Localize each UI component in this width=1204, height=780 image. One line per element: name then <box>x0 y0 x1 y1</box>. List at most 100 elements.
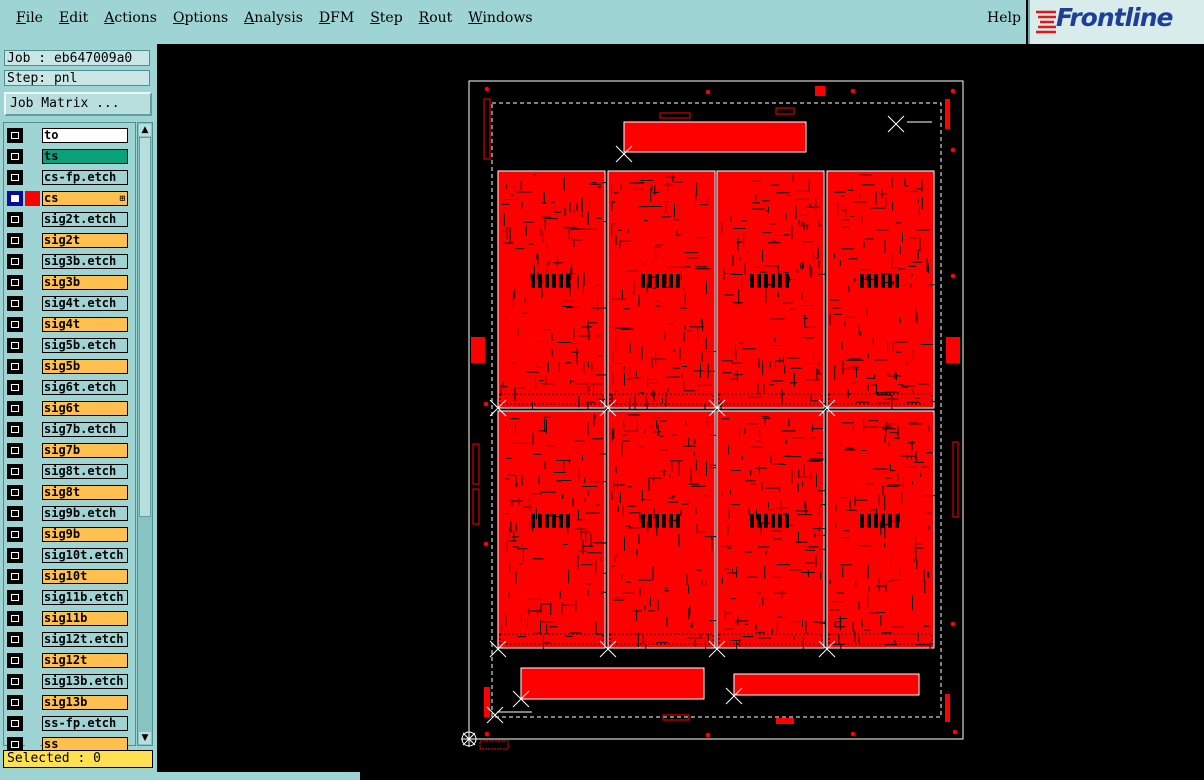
layer-checkbox[interactable] <box>7 170 23 185</box>
layer-name[interactable]: ts <box>42 149 128 164</box>
layer-checkbox[interactable] <box>7 590 23 605</box>
layer-row[interactable]: sig9b.etch <box>7 505 129 522</box>
layer-row[interactable]: sig7b.etch <box>7 421 129 438</box>
layer-name[interactable]: to <box>42 128 128 143</box>
layer-name[interactable]: cs ⊞ <box>42 191 128 206</box>
job-matrix-button[interactable]: Job Matrix ... <box>4 92 152 116</box>
menu-windows[interactable]: Windows <box>460 10 540 26</box>
layer-checkbox[interactable] <box>7 506 23 521</box>
layer-name[interactable]: ss-fp.etch <box>42 716 128 731</box>
layer-row[interactable]: sig8t <box>7 484 129 501</box>
layer-checkbox[interactable] <box>7 443 23 458</box>
layer-row[interactable]: sig5b.etch <box>7 337 129 354</box>
layer-row[interactable]: sig13b <box>7 694 129 711</box>
layer-checkbox[interactable] <box>7 401 23 416</box>
layer-row[interactable]: sig12t.etch <box>7 631 129 648</box>
layer-checkbox[interactable] <box>7 548 23 563</box>
layer-name[interactable]: sig10t <box>42 569 128 584</box>
layer-row[interactable]: sig10t <box>7 568 129 585</box>
layer-name[interactable]: sig7b.etch <box>42 422 128 437</box>
layer-name[interactable]: sig11b.etch <box>42 590 128 605</box>
layer-scrollbar[interactable]: ▲ ▼ <box>137 122 153 746</box>
layer-name[interactable]: sig2t <box>42 233 128 248</box>
layer-name[interactable]: sig3b <box>42 275 128 290</box>
layer-name[interactable]: cs-fp.etch <box>42 170 128 185</box>
layer-checkbox[interactable] <box>7 317 23 332</box>
layer-name[interactable]: sig5b.etch <box>42 338 128 353</box>
menu-options[interactable]: Options <box>165 10 236 26</box>
layer-checkbox[interactable] <box>7 296 23 311</box>
layer-name[interactable]: sig8t.etch <box>42 464 128 479</box>
layer-row[interactable]: sig12t <box>7 652 129 669</box>
layer-checkbox[interactable] <box>7 359 23 374</box>
layer-row[interactable]: sig5b <box>7 358 129 375</box>
graphic-canvas[interactable] <box>157 44 1204 772</box>
layer-checkbox[interactable] <box>7 674 23 689</box>
layer-checkbox[interactable] <box>7 212 23 227</box>
layer-checkbox[interactable] <box>7 527 23 542</box>
layer-row[interactable]: cs ⊞ <box>7 190 129 207</box>
layer-checkbox[interactable] <box>7 380 23 395</box>
layer-name[interactable]: sig6t.etch <box>42 380 128 395</box>
menu-file[interactable]: File <box>0 10 51 26</box>
layer-row[interactable]: sig10t.etch <box>7 547 129 564</box>
layer-row[interactable]: sig4t.etch <box>7 295 129 312</box>
layer-row[interactable]: ss-fp.etch <box>7 715 129 732</box>
menu-step[interactable]: Step <box>362 10 410 26</box>
layer-checkbox[interactable] <box>7 653 23 668</box>
layer-row[interactable]: sig7b <box>7 442 129 459</box>
layer-checkbox[interactable] <box>7 128 23 143</box>
layer-name[interactable]: sig13b <box>42 695 128 710</box>
layer-row[interactable]: to <box>7 127 129 144</box>
layer-name[interactable]: sig9b <box>42 527 128 542</box>
layer-name[interactable]: sig6t <box>42 401 128 416</box>
layer-checkbox[interactable] <box>7 569 23 584</box>
layer-checkbox[interactable] <box>7 695 23 710</box>
menu-edit[interactable]: Edit <box>51 10 96 26</box>
layer-checkbox[interactable] <box>7 191 23 206</box>
layer-row[interactable]: sig3b <box>7 274 129 291</box>
menu-dfm[interactable]: DFM <box>311 10 362 26</box>
layer-name[interactable]: sig10t.etch <box>42 548 128 563</box>
layer-name[interactable]: sig7b <box>42 443 128 458</box>
layer-name[interactable]: sig3b.etch <box>42 254 128 269</box>
layer-row[interactable]: sig13b.etch <box>7 673 129 690</box>
layer-checkbox[interactable] <box>7 632 23 647</box>
layer-row[interactable]: sig2t <box>7 232 129 249</box>
layer-checkbox[interactable] <box>7 611 23 626</box>
scroll-up-icon[interactable]: ▲ <box>139 124 151 136</box>
scroll-thumb[interactable] <box>139 137 151 517</box>
layer-options-icon[interactable]: ⊞ <box>120 193 125 205</box>
menu-analysis[interactable]: Analysis <box>236 10 311 26</box>
layer-row[interactable]: ts <box>7 148 129 165</box>
layer-checkbox[interactable] <box>7 485 23 500</box>
layer-checkbox[interactable] <box>7 233 23 248</box>
layer-name[interactable]: sig5b <box>42 359 128 374</box>
layer-checkbox[interactable] <box>7 254 23 269</box>
layer-row[interactable]: sig4t <box>7 316 129 333</box>
menu-actions[interactable]: Actions <box>96 10 165 26</box>
layer-checkbox[interactable] <box>7 464 23 479</box>
layer-row[interactable]: sig11b.etch <box>7 589 129 606</box>
layer-row[interactable]: sig6t <box>7 400 129 417</box>
layer-row[interactable]: sig11b <box>7 610 129 627</box>
layer-checkbox[interactable] <box>7 422 23 437</box>
layer-row[interactable]: sig3b.etch <box>7 253 129 270</box>
layer-name[interactable]: sig4t.etch <box>42 296 128 311</box>
layer-name[interactable]: sig11b <box>42 611 128 626</box>
layer-row[interactable]: sig9b <box>7 526 129 543</box>
layer-name[interactable]: sig12t <box>42 653 128 668</box>
layer-name[interactable]: sig12t.etch <box>42 632 128 647</box>
layer-name[interactable]: sig13b.etch <box>42 674 128 689</box>
layer-checkbox[interactable] <box>7 275 23 290</box>
layer-checkbox[interactable] <box>7 716 23 731</box>
menu-help[interactable]: Help <box>979 10 1029 26</box>
layer-checkbox[interactable] <box>7 149 23 164</box>
layer-row[interactable]: sig6t.etch <box>7 379 129 396</box>
layer-name[interactable]: sig9b.etch <box>42 506 128 521</box>
layer-row[interactable]: sig8t.etch <box>7 463 129 480</box>
layer-checkbox[interactable] <box>7 338 23 353</box>
layer-row[interactable]: sig2t.etch <box>7 211 129 228</box>
layer-name[interactable]: sig2t.etch <box>42 212 128 227</box>
layer-name[interactable]: sig8t <box>42 485 128 500</box>
